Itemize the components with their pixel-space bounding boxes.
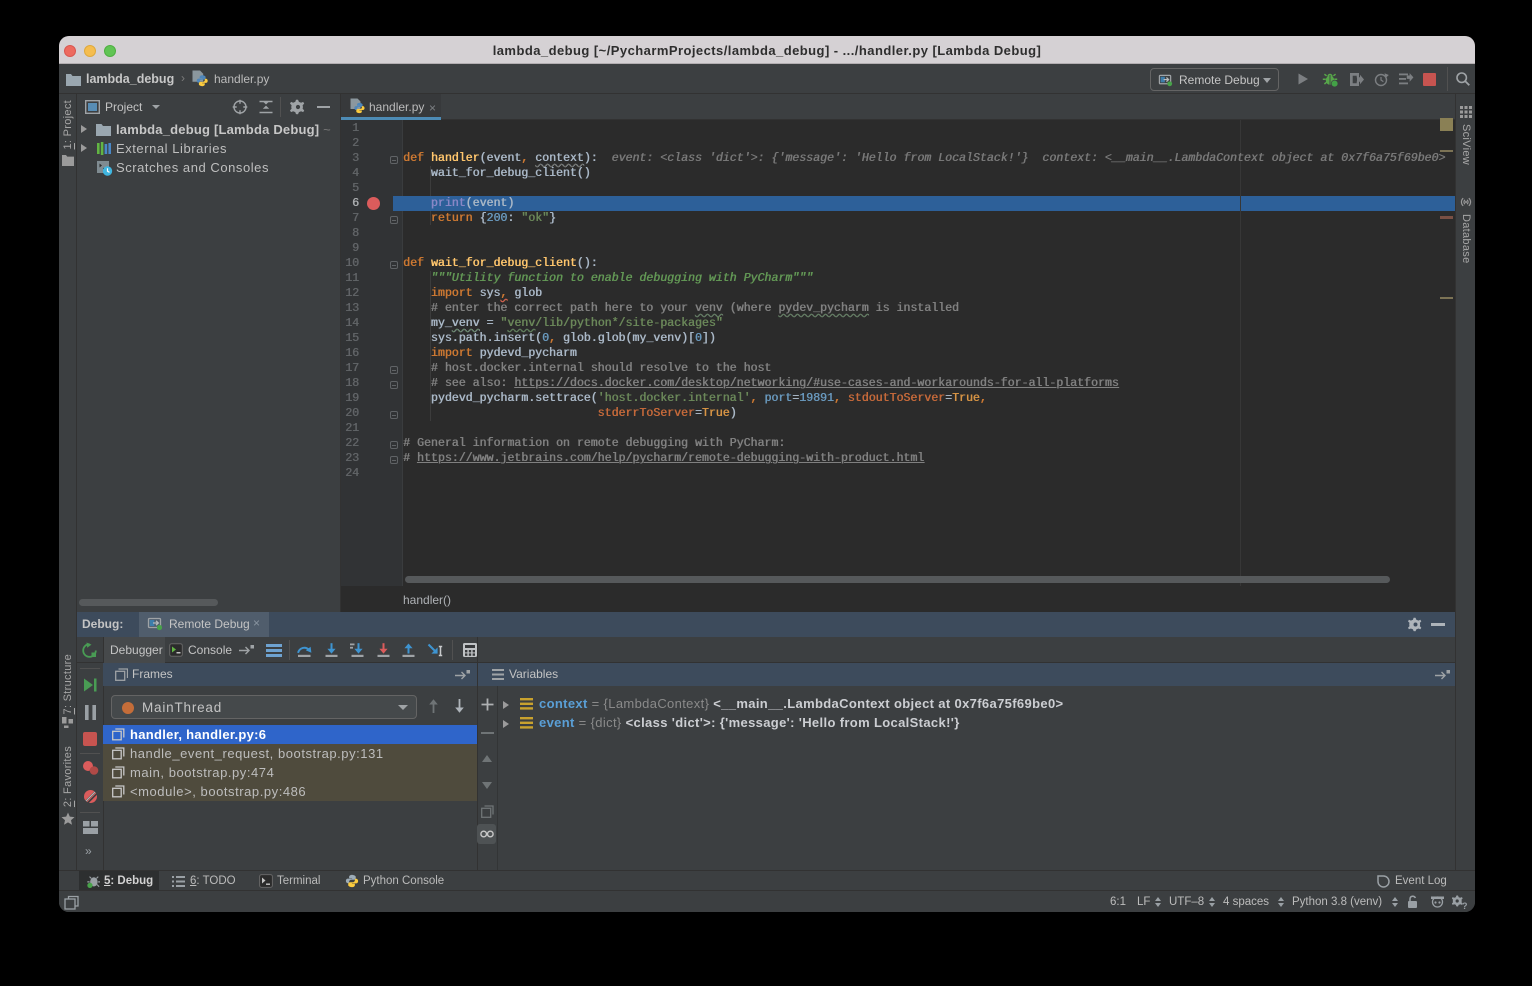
svg-text:?: ? <box>1462 901 1468 910</box>
